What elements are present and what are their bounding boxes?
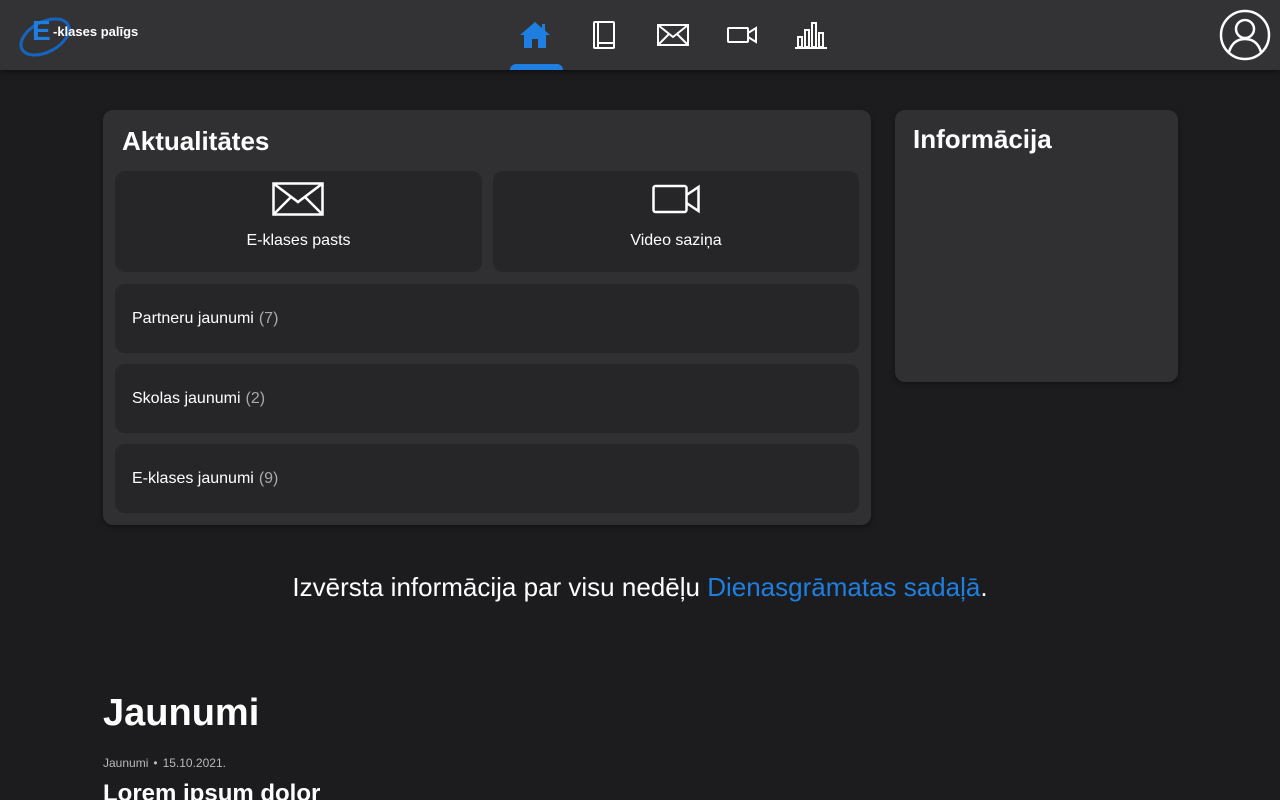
meta-separator: • <box>153 756 158 770</box>
logo-text: -klases palīgs <box>53 24 139 39</box>
nav-video[interactable] <box>707 0 776 70</box>
home-icon <box>519 22 550 48</box>
video-icon <box>726 26 757 44</box>
weekly-info-suffix: . <box>980 572 988 602</box>
mail-tile[interactable]: E-klases pasts <box>115 171 482 272</box>
news-meta: Jaunumi • 15.10.2021. <box>103 756 226 770</box>
user-icon <box>1219 9 1271 61</box>
eklase-news-count: (9) <box>258 469 279 487</box>
news-item-title[interactable]: Lorem ipsum dolor <box>103 780 320 800</box>
weekly-info-text: Izvērsta informācija par visu nedēļu <box>292 572 700 602</box>
logo-letter: E <box>32 15 51 46</box>
weekly-info: Izvērsta informācija par visu nedēļu Die… <box>0 572 1280 603</box>
partner-news-row[interactable]: Partneru jaunumi (7) <box>115 284 859 353</box>
mail-icon <box>272 182 324 216</box>
nav-statistics[interactable] <box>776 0 845 70</box>
top-bar: E -klases palīgs <box>0 0 1280 70</box>
main-nav <box>500 0 845 70</box>
eklase-news-row[interactable]: E-klases jaunumi (9) <box>115 444 859 513</box>
updates-title: Aktualitātes <box>122 126 270 156</box>
nav-mail[interactable] <box>638 0 707 70</box>
updates-card: Aktualitātes E-klases pasts Video saziņa… <box>103 110 871 525</box>
video-icon <box>652 184 700 214</box>
info-title: Informācija <box>913 124 1052 154</box>
bar-chart-icon <box>794 22 827 49</box>
mail-icon <box>656 24 689 46</box>
eklase-news-label: E-klases jaunumi <box>132 469 254 487</box>
school-news-count: (2) <box>245 389 266 407</box>
nav-diary[interactable] <box>569 0 638 70</box>
info-card: Informācija <box>895 110 1178 382</box>
profile-button[interactable] <box>1219 9 1271 61</box>
app-logo[interactable]: E -klases palīgs <box>17 11 157 59</box>
diary-section-link[interactable]: Dienasgrāmatas sadaļā <box>707 572 980 602</box>
news-category[interactable]: Jaunumi <box>103 756 148 770</box>
video-tile-label: Video saziņa <box>630 232 722 249</box>
news-heading: Jaunumi <box>103 692 260 734</box>
partner-news-count: (7) <box>258 309 279 327</box>
nav-home[interactable] <box>500 0 569 70</box>
school-news-row[interactable]: Skolas jaunumi (2) <box>115 364 859 433</box>
partner-news-label: Partneru jaunumi <box>132 309 254 327</box>
news-date: 15.10.2021. <box>162 756 226 770</box>
video-tile[interactable]: Video saziņa <box>493 171 859 272</box>
book-icon <box>592 21 615 49</box>
mail-tile-label: E-klases pasts <box>246 232 351 249</box>
school-news-label: Skolas jaunumi <box>132 389 241 407</box>
